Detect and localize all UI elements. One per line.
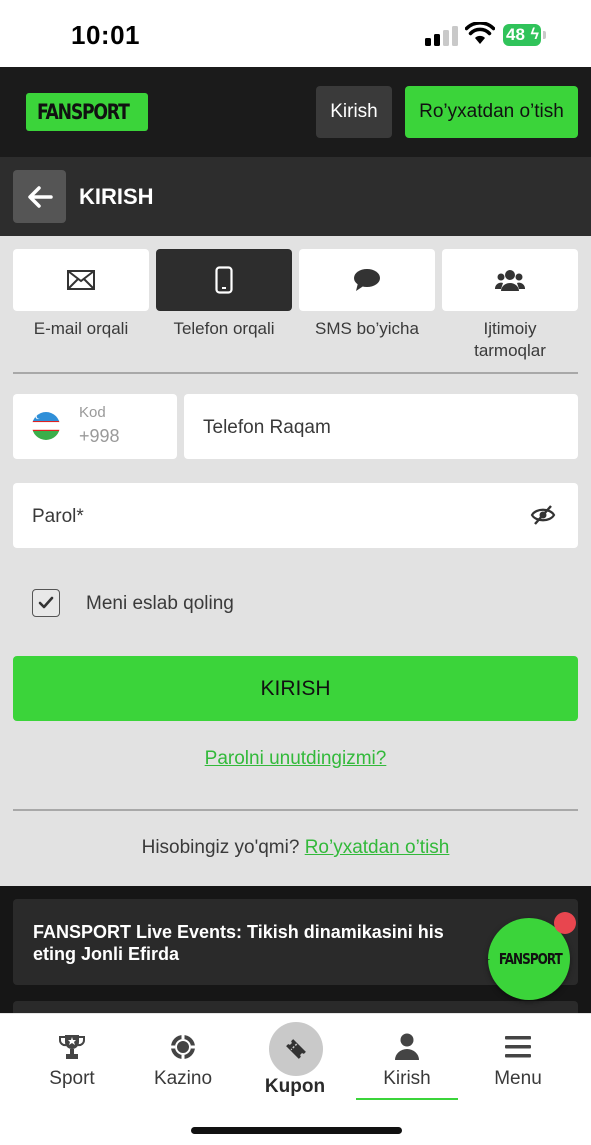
trophy-icon bbox=[59, 1035, 85, 1059]
casino-chip-icon bbox=[171, 1035, 195, 1059]
battery-indicator: 48 ϟ bbox=[503, 24, 546, 46]
arrow-left-icon bbox=[27, 185, 53, 208]
tab-social[interactable] bbox=[442, 249, 578, 311]
tab-social-label: Ijtimoiy tarmoqlar bbox=[474, 319, 546, 360]
nav-kupon-label: Kupon bbox=[264, 1076, 326, 1097]
tabs-divider bbox=[13, 372, 578, 374]
phone-icon bbox=[215, 266, 233, 294]
nav-menu-label: Menu bbox=[494, 1068, 542, 1089]
password-placeholder: Parol* bbox=[32, 506, 84, 527]
password-input[interactable]: Parol* bbox=[13, 483, 578, 548]
logo-text: FANSPORT bbox=[37, 100, 130, 124]
page-titlebar: KIRISH bbox=[0, 157, 591, 236]
battery-level: 48 bbox=[506, 25, 525, 44]
header-register-button[interactable]: Ro’yxatdan o’tish bbox=[405, 86, 578, 138]
nav-menu[interactable]: Menu bbox=[468, 1032, 568, 1090]
envelope-icon bbox=[67, 270, 95, 290]
remember-me-label[interactable]: Meni eslab qoling bbox=[86, 593, 234, 615]
nav-kazino-label: Kazino bbox=[153, 1068, 213, 1089]
tab-email[interactable] bbox=[13, 249, 149, 311]
nav-sport-label: Sport bbox=[49, 1068, 95, 1089]
no-account-text: Hisobingiz yo'qmi? bbox=[141, 837, 300, 858]
status-bar: 10:01 48 ϟ bbox=[0, 0, 591, 67]
nav-kirish[interactable]: Kirish bbox=[357, 1032, 457, 1090]
tab-sms[interactable] bbox=[299, 249, 435, 311]
no-account-row: Hisobingiz yo'qmi? Ro’yxatdan o’tish bbox=[0, 837, 591, 859]
country-code-caption: Kod bbox=[79, 404, 106, 421]
eye-slash-icon[interactable] bbox=[530, 503, 556, 527]
back-button[interactable] bbox=[13, 170, 66, 223]
remember-me-checkbox[interactable] bbox=[32, 589, 60, 617]
phone-number-placeholder: Telefon Raqam bbox=[203, 417, 331, 438]
tab-phone-label: Telefon orqali bbox=[173, 319, 275, 338]
notification-badge bbox=[554, 912, 576, 934]
bottom-navigation: Sport Kazino Kupon Kirish Menu bbox=[0, 1013, 591, 1145]
country-code-value: +998 bbox=[79, 426, 120, 446]
forgot-password-link[interactable]: Parolni unutdingizmi? bbox=[0, 748, 591, 770]
charging-bolt-icon: ϟ bbox=[530, 26, 539, 43]
nav-kirish-label: Kirish bbox=[383, 1068, 431, 1089]
nav-kupon[interactable] bbox=[269, 1022, 323, 1076]
nav-kazino[interactable]: Kazino bbox=[133, 1032, 233, 1090]
checkmark-icon bbox=[38, 596, 54, 609]
fansport-logo[interactable]: FANSPORT bbox=[26, 93, 148, 131]
cellular-signal-icon bbox=[425, 26, 458, 46]
nav-active-indicator bbox=[356, 1098, 458, 1100]
wifi-icon bbox=[465, 22, 495, 44]
uzbekistan-flag-icon bbox=[32, 412, 60, 440]
page-title: KIRISH bbox=[79, 184, 154, 209]
header-login-button[interactable]: Kirish bbox=[316, 86, 392, 138]
app-header: FANSPORT Kirish Ro’yxatdan o’tish bbox=[0, 67, 591, 157]
phone-number-input[interactable]: Telefon Raqam bbox=[184, 394, 578, 459]
register-link[interactable]: Ro’yxatdan o’tish bbox=[305, 837, 450, 858]
users-icon bbox=[495, 270, 525, 291]
chat-bubble-icon bbox=[354, 269, 380, 291]
ticket-icon bbox=[286, 1039, 306, 1059]
country-code-select[interactable]: Kod +998 bbox=[13, 394, 177, 459]
logo-mark-icon bbox=[488, 958, 491, 960]
tab-phone[interactable] bbox=[156, 249, 292, 311]
promo-banner-next[interactable] bbox=[13, 1001, 578, 1013]
user-icon bbox=[395, 1033, 419, 1060]
footer-divider bbox=[13, 809, 578, 811]
status-time: 10:01 bbox=[71, 20, 140, 50]
nav-sport[interactable]: Sport bbox=[22, 1032, 122, 1090]
hamburger-icon bbox=[505, 1036, 531, 1058]
login-form-area: E-mail orqali Telefon orqali SMS bo’yich… bbox=[0, 236, 591, 886]
tab-sms-label: SMS bo’yicha bbox=[315, 319, 419, 338]
promo-text: FANSPORT Live Events: Tikish dinamikasin… bbox=[33, 922, 444, 964]
login-submit-button[interactable]: KIRISH bbox=[13, 656, 578, 721]
fab-logo-text: FANSPORT bbox=[499, 950, 563, 968]
home-indicator bbox=[191, 1127, 402, 1134]
tab-email-label: E-mail orqali bbox=[33, 319, 129, 338]
